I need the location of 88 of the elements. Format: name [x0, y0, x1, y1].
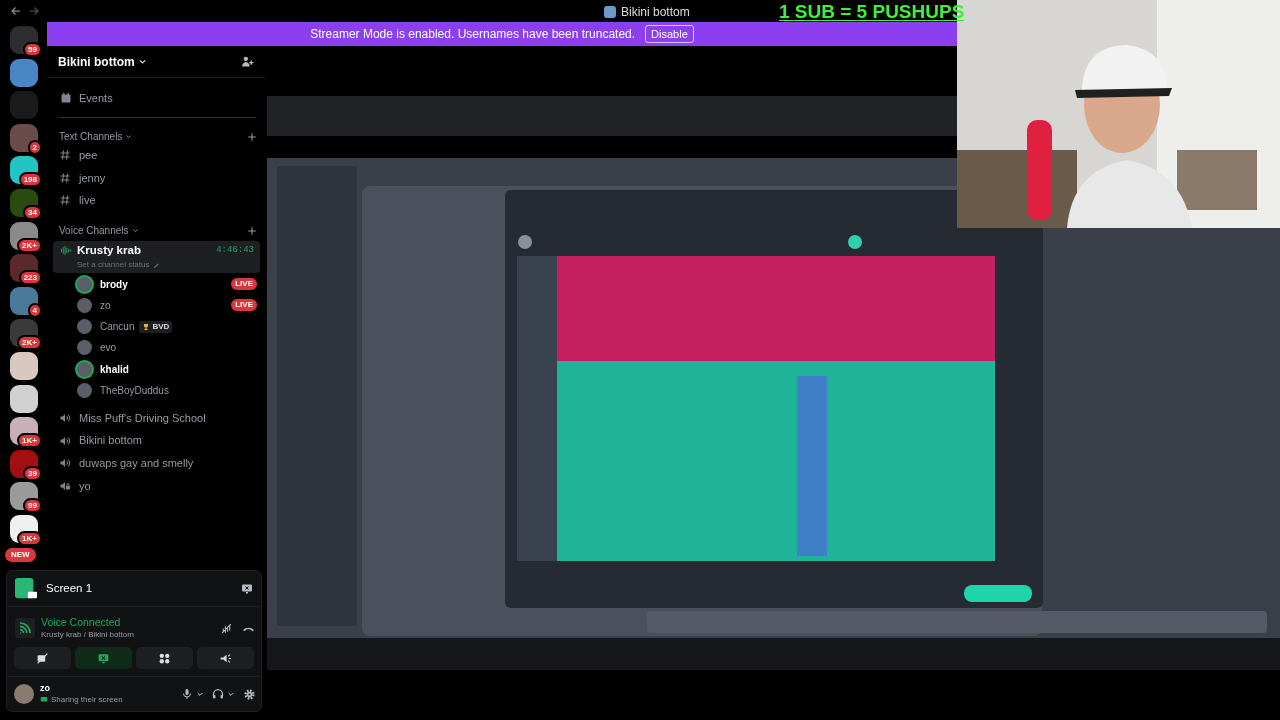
speaker-icon — [59, 434, 71, 447]
activities-icon — [158, 651, 171, 665]
trophy-icon — [142, 322, 151, 331]
screen-share-title: Screen 1 — [46, 580, 93, 596]
activities-button[interactable] — [136, 647, 193, 669]
server-icon[interactable] — [10, 449, 38, 478]
live-badge: LIVE — [231, 299, 257, 312]
server-icon[interactable] — [10, 189, 38, 217]
voice-location[interactable]: Krusty krab / Bikini bottom — [41, 629, 134, 640]
speaker-icon — [59, 457, 71, 470]
add-icon[interactable] — [247, 131, 257, 142]
channel-name[interactable]: yo — [79, 477, 91, 495]
server-icon[interactable] — [10, 352, 38, 380]
server-icon[interactable] — [10, 26, 38, 54]
unread-badge: 59 — [23, 42, 42, 57]
channel-name[interactable]: Miss Puff's Driving School — [79, 409, 206, 427]
user-avatar[interactable] — [77, 383, 92, 398]
calendar-icon — [60, 92, 72, 105]
member-name[interactable]: evo — [100, 340, 117, 356]
chevron-down-icon[interactable] — [131, 227, 139, 234]
signal-icon — [15, 618, 35, 638]
pencil-icon[interactable] — [152, 261, 160, 269]
channel-name[interactable]: live — [79, 192, 96, 209]
screen-icon — [40, 696, 48, 703]
settings-icon[interactable] — [243, 687, 256, 701]
hashtag-icon — [59, 149, 71, 162]
stop-sharing-icon[interactable] — [241, 582, 253, 595]
chevron-down-icon[interactable] — [125, 133, 133, 140]
member-name[interactable]: TheBoyDuddus — [100, 383, 169, 398]
headphones-icon[interactable] — [212, 688, 224, 700]
channel-name[interactable]: duwaps gay and smelly — [79, 455, 194, 472]
unread-badge: 99 — [23, 498, 42, 514]
unread-badge: 223 — [18, 270, 42, 286]
category-header[interactable]: Text Channels — [59, 129, 123, 144]
new-badge: NEW — [5, 548, 36, 562]
unread-badge: 2K+ — [17, 335, 42, 351]
channel-name: Krusty krab — [77, 243, 141, 258]
disable-button[interactable]: Disable — [645, 25, 694, 43]
sound-wave-icon — [60, 245, 72, 256]
hashtag-icon — [59, 194, 71, 207]
screen-share-thumbnail-icon — [15, 577, 37, 600]
back-arrow-icon[interactable] — [10, 5, 22, 17]
microphone-icon[interactable] — [181, 688, 193, 700]
server-icon — [604, 6, 616, 18]
user-avatar[interactable] — [77, 361, 92, 377]
chevron-down-icon[interactable] — [137, 57, 147, 66]
noise-suppression-icon[interactable] — [220, 621, 233, 635]
soundboard-button[interactable] — [197, 647, 254, 669]
channel-name[interactable]: Bikini bottom — [79, 432, 142, 449]
member-name[interactable]: Cancun — [100, 319, 135, 335]
member-name[interactable]: zo — [100, 297, 111, 313]
banner-message: Streamer Mode is enabled. Usernames have been truncated. — [310, 26, 636, 43]
username: zo — [40, 683, 51, 694]
user-avatar[interactable] — [77, 340, 92, 356]
user-avatar[interactable] — [77, 319, 92, 335]
add-icon[interactable] — [247, 225, 257, 236]
channel-name[interactable]: jenny — [79, 169, 106, 186]
user-avatar[interactable] — [77, 276, 92, 292]
channel-name[interactable]: pee — [79, 147, 98, 164]
events-link[interactable]: Events — [79, 90, 113, 107]
window-title: Bikini bottom — [621, 4, 690, 21]
voice-status: Voice Connected — [41, 616, 122, 629]
screen-share-icon — [97, 651, 110, 665]
speaker-icon — [59, 412, 71, 425]
hashtag-icon — [59, 171, 71, 184]
soundboard-icon — [219, 651, 232, 665]
screen-share-button[interactable] — [75, 647, 132, 669]
call-timer: 4:46:43 — [216, 244, 254, 257]
chevron-down-icon[interactable] — [227, 690, 235, 698]
add-member-icon[interactable] — [241, 55, 254, 68]
unread-badge: 1K+ — [17, 531, 42, 546]
chevron-down-icon[interactable] — [196, 690, 204, 698]
unread-badge: 34 — [23, 205, 42, 220]
server-name[interactable]: Bikini bottom — [58, 52, 135, 71]
unread-badge: 1K+ — [17, 433, 42, 449]
camera-off-icon — [36, 651, 49, 665]
server-icon[interactable] — [10, 384, 38, 413]
member-name[interactable]: khalid — [100, 361, 129, 377]
category-header[interactable]: Voice Channels — [59, 223, 129, 238]
clan-tag-text: BVD — [152, 320, 170, 333]
live-badge: LIVE — [231, 278, 257, 290]
member-name[interactable]: brody — [100, 276, 128, 292]
unread-badge: 198 — [18, 172, 42, 188]
camera-off-button[interactable] — [14, 647, 71, 669]
user-activity: Sharing their screen — [51, 694, 123, 705]
voice-channel-item[interactable]: Krusty krab 4:46:43 Set a channel status — [53, 241, 260, 273]
user-avatar[interactable] — [77, 297, 92, 313]
user-avatar[interactable] — [14, 684, 34, 704]
